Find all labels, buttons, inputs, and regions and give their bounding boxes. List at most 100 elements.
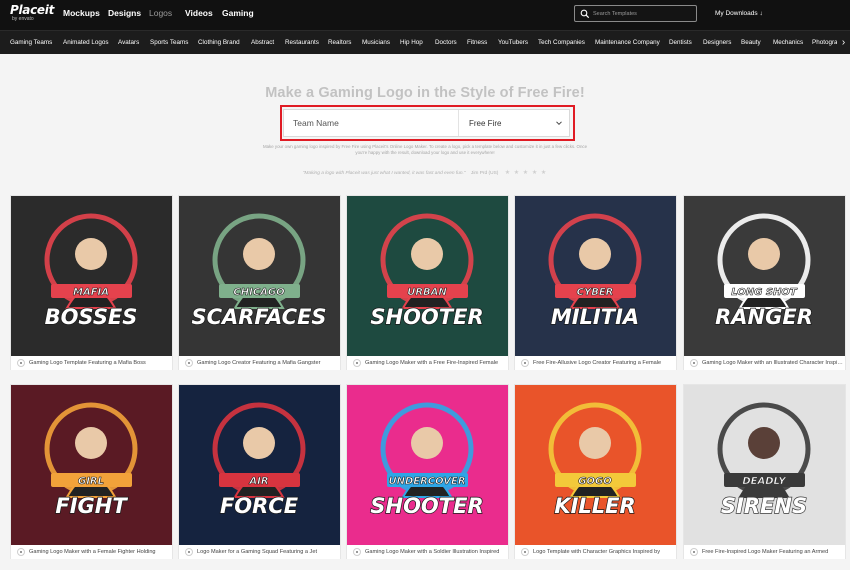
card-caption[interactable]: Gaming Logo Maker with a Free Fire-Inspi… xyxy=(347,356,508,370)
nav-mockups[interactable]: Mockups xyxy=(63,8,100,18)
template-type-icon xyxy=(690,359,698,367)
card-thumbnail[interactable]: CYBER MILITIA xyxy=(515,196,676,356)
category-item[interactable]: Fitness xyxy=(467,39,487,46)
template-card[interactable]: LONG SHOT RANGER Gaming Logo Maker with an… xyxy=(683,195,846,370)
category-item[interactable]: Realtors xyxy=(328,39,351,46)
category-item[interactable]: Photogra xyxy=(812,39,838,46)
card-title: Logo Maker for a Gaming Squad Featuring … xyxy=(197,548,318,555)
logo-line1: CYBER xyxy=(577,287,614,298)
category-item[interactable]: Musicians xyxy=(362,39,390,46)
siren-icon: DEADLY SIRENS xyxy=(684,385,845,545)
nav-videos[interactable]: Videos xyxy=(185,8,213,18)
card-caption[interactable]: Gaming Logo Maker with an Illustrated Ch… xyxy=(684,356,845,370)
category-item[interactable]: Gaming Teams xyxy=(10,39,52,46)
card-caption[interactable]: Logo Maker for a Gaming Squad Featuring … xyxy=(179,545,340,559)
card-caption[interactable]: Gaming Logo Creator Featuring a Mafia Ga… xyxy=(179,356,340,370)
template-card[interactable]: AIR FORCE Logo Maker for a Gaming Squad Fe… xyxy=(178,384,341,559)
gogo-character-icon: GOGO KILLER xyxy=(515,385,676,545)
nav-designs[interactable]: Designs xyxy=(108,8,141,18)
nav-gaming[interactable]: Gaming xyxy=(222,8,254,18)
testimonial: "Making a logo with Placeit was just wha… xyxy=(0,169,850,176)
logo-form: Free Fire xyxy=(283,109,570,137)
template-card[interactable]: CYBER MILITIA Free Fire-Allusive Logo Crea… xyxy=(514,195,677,370)
page: Placeit by envato Mockups Designs Logos … xyxy=(0,0,850,570)
female-shooter-icon: URBAN SHOOTER xyxy=(347,196,508,356)
template-type-icon xyxy=(17,548,25,556)
category-item[interactable]: YouTubers xyxy=(498,39,528,46)
card-title: Gaming Logo Maker with a Soldier Illustr… xyxy=(365,548,500,555)
jet-icon: AIR FORCE xyxy=(179,385,340,545)
category-item[interactable]: Tech Companies xyxy=(538,39,585,46)
search-icon[interactable] xyxy=(580,9,590,19)
card-caption[interactable]: Logo Template with Character Graphics In… xyxy=(515,545,676,559)
team-name-input[interactable] xyxy=(284,110,459,136)
logo-line1: AIR xyxy=(248,476,268,487)
game-select[interactable]: Free Fire xyxy=(460,110,569,136)
card-thumbnail[interactable]: URBAN SHOOTER xyxy=(347,196,508,356)
card-thumbnail[interactable]: LONG SHOT RANGER xyxy=(684,196,845,356)
logo-line1: DEADLY xyxy=(742,476,787,487)
card-thumbnail[interactable]: UNDERCOVER SHOOTER xyxy=(347,385,508,545)
testimonial-quote: "Making a logo with Placeit was just wha… xyxy=(302,171,466,176)
card-caption[interactable]: Gaming Logo Template Featuring a Mafia B… xyxy=(11,356,172,370)
card-thumbnail[interactable]: MAFIA BOSSES xyxy=(11,196,172,356)
category-item[interactable]: Clothing Brand xyxy=(198,39,240,46)
category-item[interactable]: Doctors xyxy=(435,39,457,46)
my-downloads-button[interactable]: My Downloads ↓ xyxy=(715,10,763,17)
template-card[interactable]: GIRL FIGHT Gaming Logo Maker with a Female… xyxy=(10,384,173,559)
template-card[interactable]: URBAN SHOOTER Gaming Logo Maker with a Fre… xyxy=(346,195,509,370)
template-card[interactable]: UNDERCOVER SHOOTER Gaming Logo Maker with … xyxy=(346,384,509,559)
card-thumbnail[interactable]: GIRL FIGHT xyxy=(11,385,172,545)
category-item[interactable]: Mechanics xyxy=(773,39,803,46)
category-item[interactable]: Sports Teams xyxy=(150,39,188,46)
category-item[interactable]: Hip Hop xyxy=(400,39,423,46)
logo-line1: CHICAGO xyxy=(233,287,285,298)
logo-line1: GIRL xyxy=(78,476,104,487)
rating-stars-icon: ★ ★ ★ ★ ★ xyxy=(504,170,548,176)
logo-line2: FIGHT xyxy=(55,494,128,518)
template-type-icon xyxy=(690,548,698,556)
logo-line1: LONG SHOT xyxy=(731,287,798,298)
logo-line2: RANGER xyxy=(715,305,813,329)
testimonial-author: Jim Prd (US) xyxy=(470,171,499,176)
card-title: Gaming Logo Maker with a Free Fire-Inspi… xyxy=(365,359,499,366)
category-item[interactable]: Dentists xyxy=(669,39,692,46)
nav-logos[interactable]: Logos xyxy=(149,8,172,18)
category-scroll-right-icon[interactable]: › xyxy=(837,36,850,50)
search-box[interactable] xyxy=(574,5,697,22)
logo-line1: URBAN xyxy=(407,287,447,298)
card-caption[interactable]: Free Fire-Inspired Logo Maker Featuring … xyxy=(684,545,845,559)
logo-wordmark: Placeit xyxy=(10,3,55,17)
category-item[interactable]: Beauty xyxy=(741,39,761,46)
category-item[interactable]: Designers xyxy=(703,39,731,46)
logo-line2: FORCE xyxy=(220,494,299,518)
card-thumbnail[interactable]: GOGO KILLER xyxy=(515,385,676,545)
category-item[interactable]: Abstract xyxy=(251,39,274,46)
template-type-icon xyxy=(353,359,361,367)
soldier-icon: UNDERCOVER SHOOTER xyxy=(347,385,508,545)
card-title: Gaming Logo Template Featuring a Mafia B… xyxy=(29,359,146,366)
category-item[interactable]: Avatars xyxy=(118,39,139,46)
card-thumbnail[interactable]: AIR FORCE xyxy=(179,385,340,545)
placeit-logo[interactable]: Placeit by envato xyxy=(10,4,54,22)
card-title: Logo Template with Character Graphics In… xyxy=(533,548,661,555)
card-caption[interactable]: Gaming Logo Maker with a Soldier Illustr… xyxy=(347,545,508,559)
hero-description: Make your own gaming logo inspired by Fr… xyxy=(262,144,588,155)
card-caption[interactable]: Gaming Logo Maker with a Female Fighter … xyxy=(11,545,172,559)
logo-line2: KILLER xyxy=(554,494,635,518)
mafia-boss-icon: MAFIA BOSSES xyxy=(11,196,172,356)
logo-line2: SIRENS xyxy=(721,494,807,518)
card-caption[interactable]: Free Fire-Allusive Logo Creator Featurin… xyxy=(515,356,676,370)
template-card[interactable]: DEADLY SIRENS Free Fire-Inspired Logo Make… xyxy=(683,384,846,559)
template-card[interactable]: GOGO KILLER Logo Template with Character G… xyxy=(514,384,677,559)
card-thumbnail[interactable]: DEADLY SIRENS xyxy=(684,385,845,545)
template-card[interactable]: CHICAGO SCARFACES Gaming Logo Creator Feat… xyxy=(178,195,341,370)
page-title: Make a Gaming Logo in the Style of Free … xyxy=(265,85,585,101)
category-item[interactable]: Animated Logos xyxy=(63,39,109,46)
card-thumbnail[interactable]: CHICAGO SCARFACES xyxy=(179,196,340,356)
search-input[interactable] xyxy=(593,8,693,20)
category-item[interactable]: Maintenance Company xyxy=(595,39,660,46)
template-type-icon xyxy=(185,359,193,367)
template-card[interactable]: MAFIA BOSSES Gaming Logo Template Featurin… xyxy=(10,195,173,370)
category-item[interactable]: Restaurants xyxy=(285,39,319,46)
